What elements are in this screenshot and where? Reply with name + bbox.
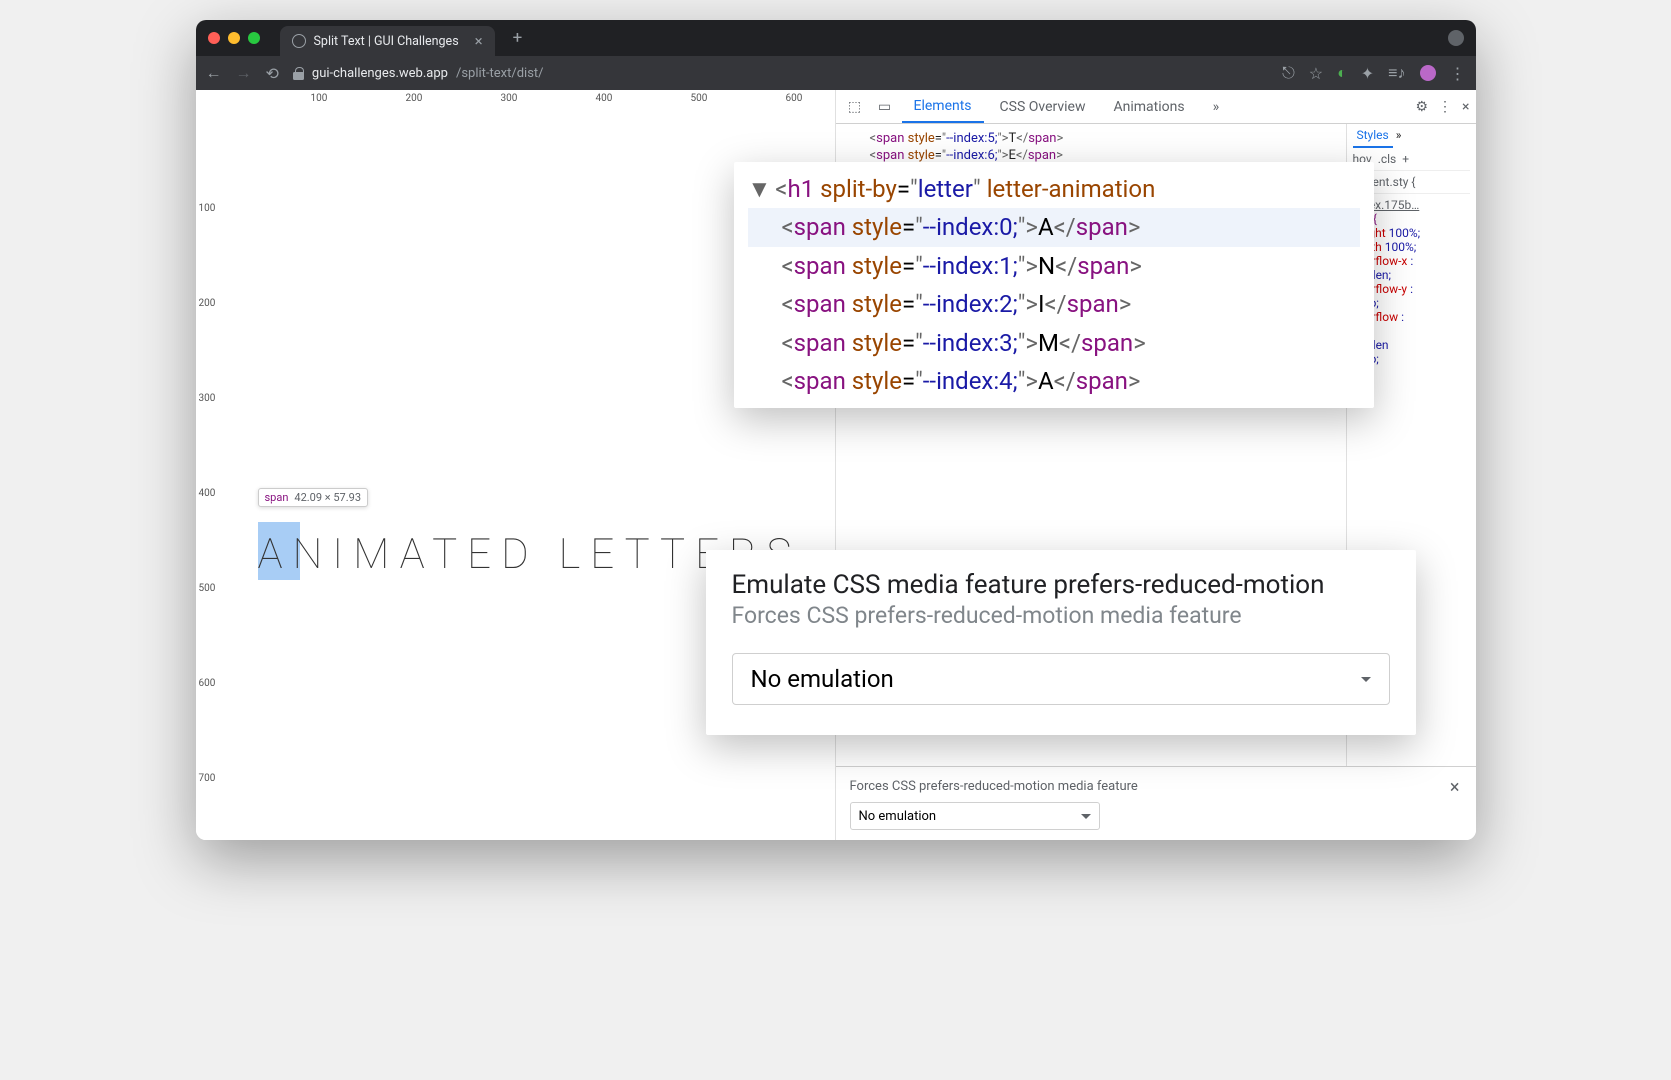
cls-toggle[interactable]: .cls <box>1378 152 1397 166</box>
popout-title: Emulate CSS media feature prefers-reduce… <box>732 570 1390 600</box>
browser-tab[interactable]: Split Text | GUI Challenges × <box>280 26 495 56</box>
popout-subtitle: Forces CSS prefers-reduced-motion media … <box>732 602 1390 629</box>
chevron-down-icon <box>1081 814 1091 824</box>
close-icon[interactable] <box>208 32 220 44</box>
reading-list-icon[interactable]: ≡♪ <box>1388 63 1405 83</box>
browser-toolbar: ← → ⟲ gui-challenges.web.app/split-text/… <box>196 56 1476 90</box>
inspect-tooltip: span 42.09 × 57.93 <box>258 488 369 507</box>
devtools-tabbar: ⬚ ▭ Elements CSS Overview Animations » ⚙… <box>836 90 1476 124</box>
ruler-tick: 400 <box>199 488 216 499</box>
maximize-icon[interactable] <box>248 32 260 44</box>
ruler-tick: 300 <box>199 393 216 404</box>
ruler-tick: 200 <box>199 298 216 309</box>
rendering-drawer: × Forces CSS prefers-reduced-motion medi… <box>836 766 1476 840</box>
new-tab-icon[interactable]: + <box>513 28 523 48</box>
tabs-overflow[interactable]: » <box>1201 90 1232 123</box>
profile-icon[interactable] <box>1448 30 1464 46</box>
menu-icon[interactable]: ⋮ <box>1450 64 1466 83</box>
tab-close-icon[interactable]: × <box>475 32 483 50</box>
ruler-horizontal: 100 200 300 400 500 600 <box>216 90 835 108</box>
avatar-icon[interactable] <box>1420 65 1436 81</box>
rendering-popout: Emulate CSS media feature prefers-reduce… <box>706 550 1416 735</box>
ruler-tick: 600 <box>786 93 803 104</box>
lock-icon <box>293 67 304 80</box>
drawer-close-icon[interactable]: × <box>1450 777 1460 798</box>
ruler-tick: 500 <box>199 583 216 594</box>
forward-icon[interactable]: → <box>236 63 252 83</box>
tooltip-tagname: span <box>265 491 289 504</box>
settings-icon[interactable]: ⚙ <box>1415 99 1428 115</box>
ruler-tick: 100 <box>311 93 328 104</box>
add-rule-icon[interactable]: + <box>1402 152 1409 166</box>
title-bar: Split Text | GUI Challenges × + <box>196 20 1476 56</box>
ruler-tick: 300 <box>501 93 518 104</box>
inspect-icon[interactable]: ⬚ <box>842 99 868 115</box>
ruler-tick: 100 <box>199 203 216 214</box>
url-path: /split-text/dist/ <box>456 66 544 81</box>
address-bar[interactable]: gui-challenges.web.app/split-text/dist/ <box>293 66 544 81</box>
ruler-vertical: 100200300400500600700800 <box>196 108 216 840</box>
ruler-tick: 400 <box>596 93 613 104</box>
emulation-select[interactable]: No emulation <box>850 802 1100 830</box>
ruler-tick: 200 <box>406 93 423 104</box>
select-value: No emulation <box>859 809 937 824</box>
favicon-icon <box>292 34 306 48</box>
devtools-menu-icon[interactable]: ⋮ <box>1438 99 1452 115</box>
dom-node[interactable]: <span style="--index:5;">T</span> <box>856 130 1346 147</box>
minimize-icon[interactable] <box>228 32 240 44</box>
url-domain: gui-challenges.web.app <box>312 66 448 81</box>
drawer-subtitle: Forces CSS prefers-reduced-motion media … <box>850 779 1462 794</box>
translate-icon[interactable]: ⎋ <box>1282 63 1295 83</box>
ruler-tick: 500 <box>691 93 708 104</box>
reload-icon[interactable]: ⟲ <box>266 64 279 83</box>
bookmark-icon[interactable]: ☆ <box>1309 64 1323 83</box>
ruler-tick: 600 <box>199 678 216 689</box>
extensions-icon[interactable]: ✦ <box>1361 64 1374 83</box>
browser-window: Split Text | GUI Challenges × + ← → ⟲ gu… <box>196 20 1476 840</box>
ruler-tick: 700 <box>199 773 216 784</box>
window-controls <box>208 32 260 44</box>
back-icon[interactable]: ← <box>206 63 222 83</box>
device-icon[interactable]: ▭ <box>872 99 898 115</box>
tab-elements[interactable]: Elements <box>902 90 984 123</box>
styles-tab[interactable]: Styles <box>1353 128 1393 148</box>
toolbar-right: ⎋ ☆ ◐ ✦ ≡♪ ⋮ <box>1282 63 1465 83</box>
tab-css-overview[interactable]: CSS Overview <box>988 90 1098 123</box>
tab-animations[interactable]: Animations <box>1102 90 1197 123</box>
popout-select-value: No emulation <box>751 665 894 693</box>
dom-popout: ▼<h1 split-by="letter" letter-animation … <box>734 162 1374 408</box>
popout-select[interactable]: No emulation <box>732 653 1390 705</box>
chevron-down-icon <box>1361 677 1371 687</box>
extension-icon[interactable]: ◐ <box>1337 63 1347 83</box>
devtools-close-icon[interactable]: × <box>1462 99 1469 115</box>
tooltip-dimensions: 42.09 × 57.93 <box>294 491 361 504</box>
styles-overflow[interactable]: » <box>1396 128 1402 142</box>
tab-title: Split Text | GUI Challenges <box>314 34 459 49</box>
